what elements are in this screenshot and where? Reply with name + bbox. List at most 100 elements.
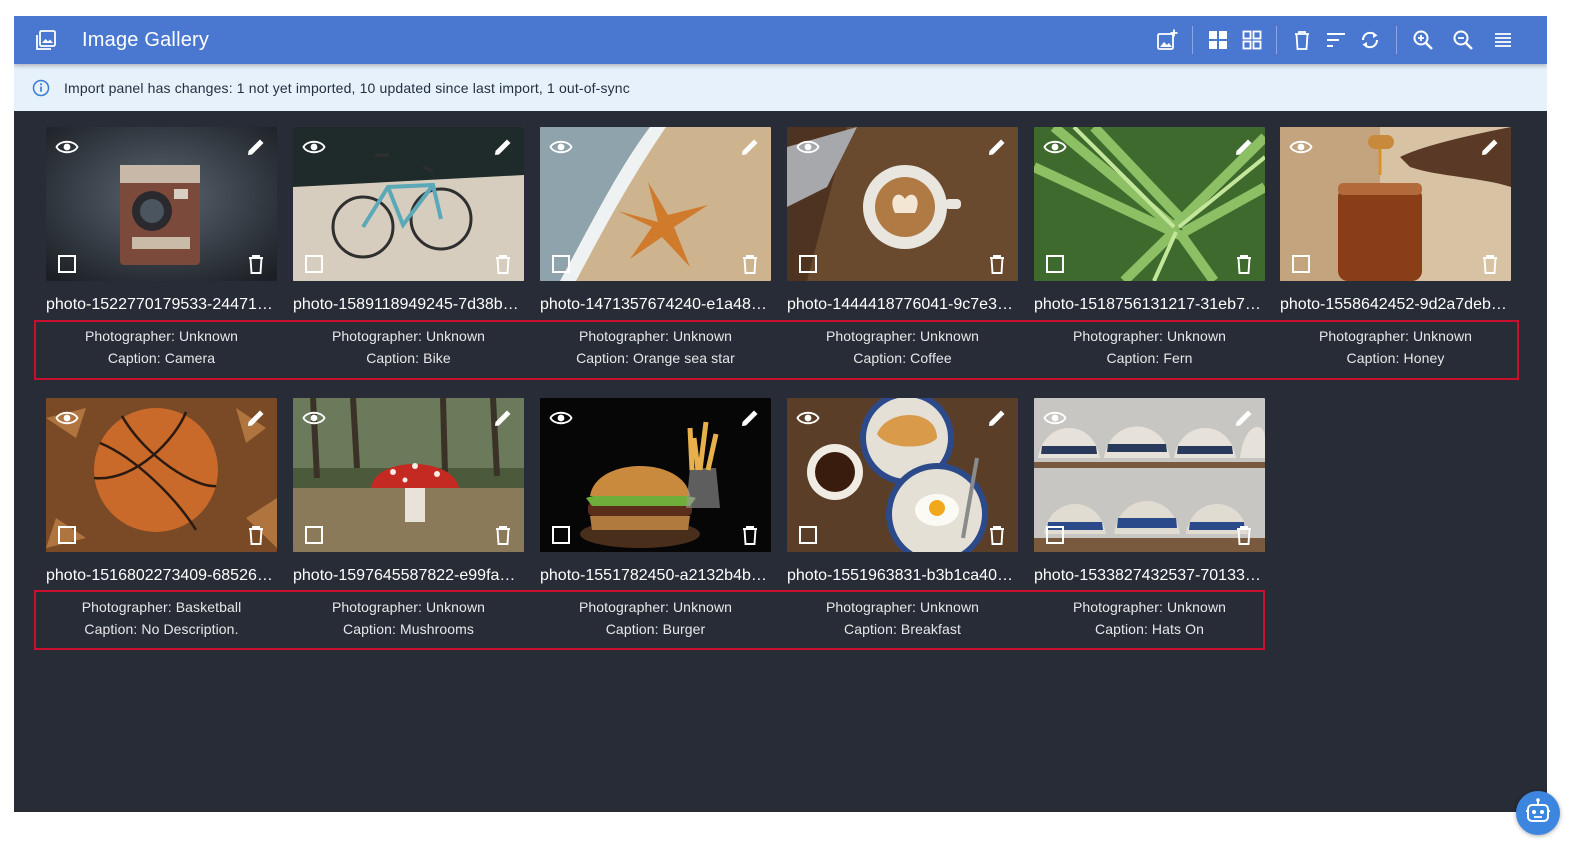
pencil-icon[interactable]: [491, 406, 515, 430]
image-tile[interactable]: photo-1558642452-9d2a7deb… Photographer:…: [1280, 127, 1511, 366]
image-thumbnail[interactable]: [540, 127, 771, 281]
pencil-icon[interactable]: [244, 135, 268, 159]
toolbar-divider: [1192, 26, 1193, 54]
checkbox-icon[interactable]: [302, 523, 326, 547]
basketball-image: [46, 398, 277, 552]
image-tile[interactable]: photo-1597645587822-e99fa5… Photographer…: [293, 398, 524, 637]
photographer-label: Photographer: Unknown: [578, 599, 733, 615]
photographer-label: Photographer: Unknown: [331, 599, 486, 615]
eye-icon[interactable]: [55, 135, 79, 159]
checkbox-icon[interactable]: [1043, 252, 1067, 276]
trash-icon[interactable]: [1478, 252, 1502, 276]
image-thumbnail[interactable]: [1034, 398, 1265, 552]
image-thumbnail[interactable]: [1034, 127, 1265, 281]
caption-label: Caption: Fern: [1106, 350, 1193, 366]
checkbox-icon[interactable]: [302, 252, 326, 276]
trash-icon[interactable]: [1232, 523, 1256, 547]
image-tile[interactable]: photo-1444418776041-9c7e3… Photographer:…: [787, 127, 1018, 366]
image-thumbnail[interactable]: [787, 398, 1018, 552]
grid-large-icon[interactable]: [1206, 28, 1230, 52]
pencil-icon[interactable]: [1232, 135, 1256, 159]
eye-icon[interactable]: [1043, 135, 1067, 159]
trash-icon[interactable]: [1290, 28, 1314, 52]
pencil-icon[interactable]: [738, 135, 762, 159]
trash-icon[interactable]: [491, 523, 515, 547]
image-tile[interactable]: photo-1589118949245-7d38b… Photographer:…: [293, 127, 524, 366]
pencil-icon[interactable]: [985, 135, 1009, 159]
pencil-icon[interactable]: [1478, 135, 1502, 159]
image-tile[interactable]: photo-1533827432537-70133… Photographer:…: [1034, 398, 1265, 637]
trash-icon[interactable]: [738, 523, 762, 547]
image-tile[interactable]: photo-1551963831-b3b1ca40… Photographer:…: [787, 398, 1018, 637]
eye-icon[interactable]: [302, 406, 326, 430]
image-tile[interactable]: photo-1516802273409-68526… Photographer:…: [46, 398, 277, 637]
image-metadata: Photographer: Unknown Caption: Bike: [293, 325, 524, 369]
pencil-icon[interactable]: [244, 406, 268, 430]
image-tile[interactable]: photo-1522770179533-24471f… Photographer…: [46, 127, 277, 366]
caption-label: Caption: Camera: [107, 350, 216, 366]
photographer-label: Photographer: Unknown: [1072, 599, 1227, 615]
checkbox-icon[interactable]: [1289, 252, 1313, 276]
trash-icon[interactable]: [491, 252, 515, 276]
eye-icon[interactable]: [55, 406, 79, 430]
eye-icon[interactable]: [302, 135, 326, 159]
trash-icon[interactable]: [1232, 252, 1256, 276]
sea-star-image: [540, 127, 771, 281]
image-tile[interactable]: photo-1551782450-a2132b4b… Photographer:…: [540, 398, 771, 637]
checkbox-icon[interactable]: [796, 252, 820, 276]
image-thumbnail[interactable]: [46, 127, 277, 281]
eye-icon[interactable]: [549, 406, 573, 430]
trash-icon[interactable]: [244, 523, 268, 547]
sort-icon[interactable]: [1324, 28, 1348, 52]
photographer-label: Photographer: Unknown: [1072, 328, 1227, 344]
caption-label: Caption: Bike: [366, 350, 451, 366]
image-tile[interactable]: photo-1518756131217-31eb7… Photographer:…: [1034, 127, 1265, 366]
photographer-label: Photographer: Unknown: [825, 599, 980, 615]
image-thumbnail[interactable]: [46, 398, 277, 552]
photographer-label: Photographer: Unknown: [825, 328, 980, 344]
hamburger-menu-icon[interactable]: [1491, 28, 1515, 52]
caption-label: Caption: Burger: [605, 621, 706, 637]
checkbox-icon[interactable]: [549, 252, 573, 276]
add-photo-icon[interactable]: [1155, 28, 1179, 52]
trash-icon[interactable]: [244, 252, 268, 276]
checkbox-icon[interactable]: [549, 523, 573, 547]
assistant-button[interactable]: [1516, 791, 1560, 835]
checkbox-icon[interactable]: [55, 523, 79, 547]
image-thumbnail[interactable]: [293, 127, 524, 281]
eye-icon[interactable]: [1289, 135, 1313, 159]
grid-small-icon[interactable]: [1240, 28, 1264, 52]
zoom-out-icon[interactable]: [1451, 28, 1475, 52]
image-filename: photo-1518756131217-31eb7…: [1034, 296, 1261, 313]
hats-image: [1034, 398, 1265, 552]
image-thumbnail[interactable]: [1280, 127, 1511, 281]
image-filename: photo-1558642452-9d2a7deb…: [1280, 296, 1507, 313]
trash-icon[interactable]: [738, 252, 762, 276]
image-filename: photo-1516802273409-68526…: [46, 567, 273, 584]
image-thumbnail[interactable]: [540, 398, 771, 552]
gallery-app: Image Gallery Import panel has changes: …: [14, 16, 1547, 812]
eye-icon[interactable]: [549, 135, 573, 159]
photographer-label: Photographer: Unknown: [578, 328, 733, 344]
image-metadata: Photographer: Unknown Caption: Breakfast: [787, 596, 1018, 640]
eye-icon[interactable]: [796, 135, 820, 159]
pencil-icon[interactable]: [985, 406, 1009, 430]
checkbox-icon[interactable]: [55, 252, 79, 276]
image-tile[interactable]: photo-1471357674240-e1a48… Photographer:…: [540, 127, 771, 366]
pencil-icon[interactable]: [738, 406, 762, 430]
toolbar-divider: [1276, 26, 1277, 54]
checkbox-icon[interactable]: [796, 523, 820, 547]
zoom-in-icon[interactable]: [1411, 28, 1435, 52]
image-thumbnail[interactable]: [293, 398, 524, 552]
image-thumbnail[interactable]: [787, 127, 1018, 281]
trash-icon[interactable]: [985, 523, 1009, 547]
trash-icon[interactable]: [985, 252, 1009, 276]
sync-icon[interactable]: [1358, 28, 1382, 52]
eye-icon[interactable]: [1043, 406, 1067, 430]
pencil-icon[interactable]: [491, 135, 515, 159]
eye-icon[interactable]: [796, 406, 820, 430]
checkbox-icon[interactable]: [1043, 523, 1067, 547]
pencil-icon[interactable]: [1232, 406, 1256, 430]
caption-label: Caption: Mushrooms: [343, 621, 474, 637]
image-metadata: Photographer: Basketball Caption: No Des…: [46, 596, 277, 640]
